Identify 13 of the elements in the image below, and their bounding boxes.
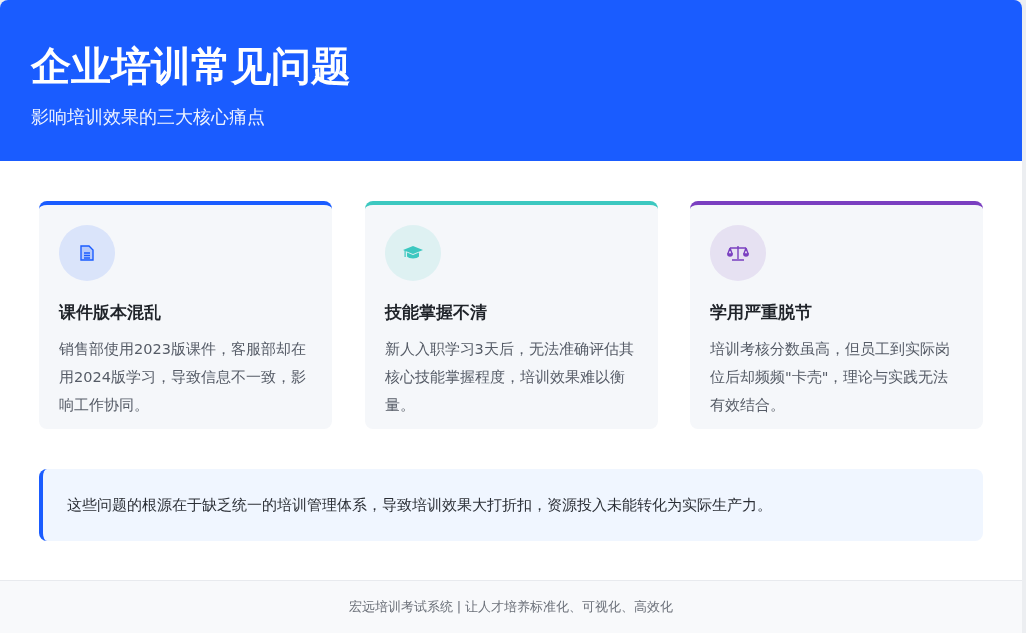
card-title: 学用严重脱节 — [710, 301, 813, 324]
document-icon — [80, 245, 94, 261]
card-title: 技能掌握不清 — [384, 301, 488, 324]
card-description: 新人入职学习3天后，无法准确评估其核心技能掌握程度，培训效果难以衡量。 — [384, 340, 635, 415]
card-description: 销售部使用2023版课件，客服部却在用2024版学习，导致信息不一致，影响工作协同。 — [59, 340, 307, 415]
card-description: 培训考核分数虽高，但员工到实际岗位后却频频"卡壳"，理论与实践无法有效结合。 — [710, 340, 951, 415]
summary-text: 这些问题的根源在于缺乏统一的培训管理体系，导致培训效果大打折扣，资源投入未能转化为实际生产力。 — [67, 495, 772, 515]
card-title: 课件版本混乱 — [59, 301, 162, 324]
balance-scale-icon — [727, 245, 749, 261]
page-title: 企业培训常见问题 — [31, 42, 352, 91]
graduation-cap-icon — [402, 246, 423, 260]
page-subtitle: 影响培训效果的三大核心痛点 — [31, 105, 266, 129]
footer-text: 宏远培训考试系统 | 让人才培养标准化、可视化、高效化 — [348, 598, 674, 616]
